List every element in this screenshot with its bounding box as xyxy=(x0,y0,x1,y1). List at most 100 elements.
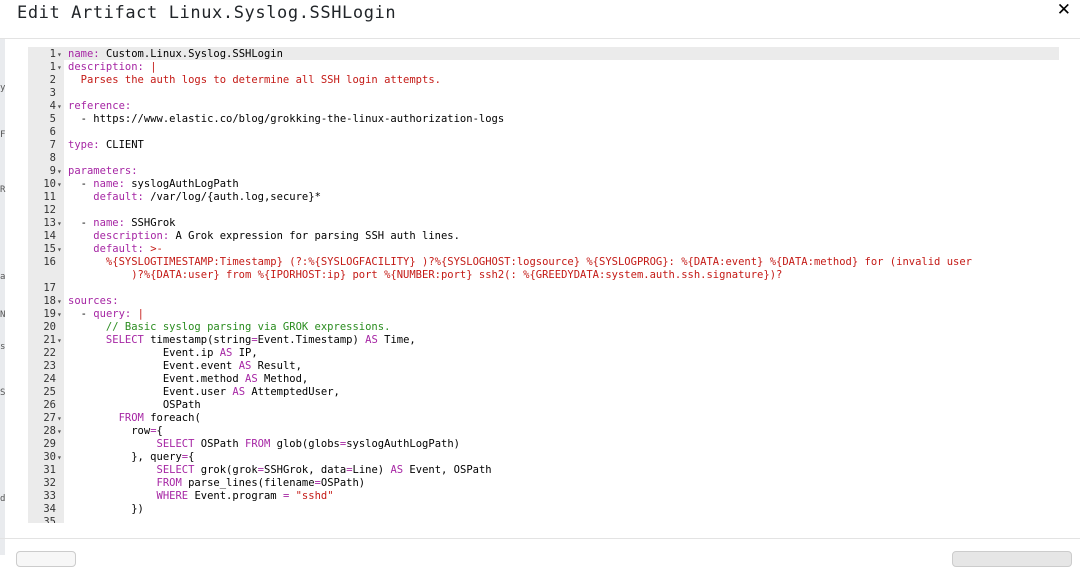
code-text: OSPath xyxy=(68,399,201,412)
code-line[interactable]: 16 %{SYSLOGTIMESTAMP:Timestamp} (?:%{SYS… xyxy=(28,256,1059,269)
code-line[interactable]: 29 SELECT OSPath FROM glob(globs=syslogA… xyxy=(28,438,1059,451)
code-line[interactable]: 19 ▾ - query: | xyxy=(28,308,1059,321)
footer-left-button[interactable] xyxy=(16,551,76,567)
code-line[interactable]: 30 ▾ }, query={ xyxy=(28,451,1059,464)
code-line[interactable]: 35 xyxy=(28,516,1059,523)
code-line[interactable]: 18 ▾ sources: xyxy=(28,295,1059,308)
code-line[interactable]: 20 // Basic syslog parsing via GROK expr… xyxy=(28,321,1059,334)
code-token: default: xyxy=(93,243,151,255)
code-token: row xyxy=(68,425,151,437)
code-line[interactable]: 32 FROM parse_lines(filename=OSPath) xyxy=(28,477,1059,490)
code-line[interactable]: 2 Parses the auth logs to determine all … xyxy=(28,74,1059,87)
code-line[interactable]: 1 ▾ name: Custom.Linux.Syslog.SSHLogin xyxy=(28,48,1059,61)
code-text: }) xyxy=(68,503,144,516)
code-token: AS xyxy=(245,373,258,385)
code-token: sources: xyxy=(68,295,119,307)
line-number: 18 xyxy=(43,295,56,307)
code-text: WHERE Event.program = "sshd" xyxy=(68,490,334,503)
fold-toggle-icon[interactable]: ▾ xyxy=(57,48,64,61)
line-number: 1 xyxy=(49,48,56,60)
fold-toggle-icon[interactable]: ▾ xyxy=(57,295,64,308)
code-text: Event.user AS AttemptedUser, xyxy=(68,386,340,399)
fold-toggle-icon[interactable]: ▾ xyxy=(57,243,64,256)
code-text: - name: SSHGrok xyxy=(68,217,176,230)
close-icon[interactable]: ✕ xyxy=(1057,0,1071,20)
background-letter: s xyxy=(0,342,6,352)
code-line[interactable]: 5 - https://www.elastic.co/blog/grokking… xyxy=(28,113,1059,126)
code-token: SELECT xyxy=(68,464,201,476)
code-line[interactable]: 1 ▾ description: | xyxy=(28,61,1059,74)
code-line[interactable]: 31 SELECT grok(grok=SSHGrok, data=Line) … xyxy=(28,464,1059,477)
code-token: = xyxy=(282,490,296,502)
code-line[interactable]: 4 ▾ reference: xyxy=(28,100,1059,113)
fold-toggle-icon[interactable]: ▾ xyxy=(57,451,64,464)
code-line[interactable]: 23 Event.event AS Result, xyxy=(28,360,1059,373)
code-line[interactable]: 9 ▾ parameters: xyxy=(28,165,1059,178)
code-line[interactable]: 27 ▾ FROM foreach( xyxy=(28,412,1059,425)
code-line[interactable]: )?%{DATA:user} from %{IPORHOST:ip} port … xyxy=(28,269,1059,282)
code-token: FROM xyxy=(68,412,151,424)
code-token: Event.ip xyxy=(68,347,220,359)
code-line[interactable]: 22 Event.ip AS IP, xyxy=(28,347,1059,360)
code-line[interactable]: 10 ▾ - name: syslogAuthLogPath xyxy=(28,178,1059,191)
code-token: %{SYSLOGTIMESTAMP:Timestamp} (?:%{SYSLOG… xyxy=(68,256,972,268)
code-token: AS xyxy=(365,334,378,346)
code-line[interactable]: 26 OSPath xyxy=(28,399,1059,412)
code-line[interactable]: 14 description: A Grok expression for pa… xyxy=(28,230,1059,243)
code-token: SELECT xyxy=(68,438,201,450)
code-text: )?%{DATA:user} from %{IPORHOST:ip} port … xyxy=(68,269,782,282)
code-lines[interactable]: 1 ▾ name: Custom.Linux.Syslog.SSHLogin 1 ▾ de… xyxy=(28,48,1059,523)
code-line[interactable]: 34 }) xyxy=(28,503,1059,516)
fold-toggle-icon[interactable]: ▾ xyxy=(57,334,64,347)
code-line[interactable]: 12 xyxy=(28,204,1059,217)
code-line[interactable]: 8 xyxy=(28,152,1059,165)
code-text: SELECT OSPath FROM glob(globs=syslogAuth… xyxy=(68,438,460,451)
fold-toggle-icon[interactable]: ▾ xyxy=(57,412,64,425)
line-number: 31 xyxy=(43,464,56,476)
code-line[interactable]: 6 xyxy=(28,126,1059,139)
code-text: %{SYSLOGTIMESTAMP:Timestamp} (?:%{SYSLOG… xyxy=(68,256,972,269)
code-line[interactable]: 21 ▾ SELECT timestamp(string=Event.Timest… xyxy=(28,334,1059,347)
code-token: syslogAuthLogPath) xyxy=(346,438,460,450)
code-editor[interactable]: 1 ▾ name: Custom.Linux.Syslog.SSHLogin 1 ▾ de… xyxy=(28,47,1059,523)
code-text: sources: xyxy=(68,295,119,308)
fold-toggle-icon[interactable]: ▾ xyxy=(57,217,64,230)
code-line[interactable]: 28 ▾ row={ xyxy=(28,425,1059,438)
fold-toggle-icon[interactable]: ▾ xyxy=(57,178,64,191)
code-token: - xyxy=(68,308,94,320)
fold-toggle-icon[interactable]: ▾ xyxy=(57,425,64,438)
code-token: query: xyxy=(93,308,138,320)
code-line[interactable]: 7 type: CLIENT xyxy=(28,139,1059,152)
line-number: 32 xyxy=(43,477,56,489)
code-line[interactable]: 3 xyxy=(28,87,1059,100)
code-token: type: xyxy=(68,139,106,151)
code-line[interactable]: 13 ▾ - name: SSHGrok xyxy=(28,217,1059,230)
line-number: 16 xyxy=(43,256,56,268)
code-token: )?%{DATA:user} from %{IPORHOST:ip} port … xyxy=(68,269,783,281)
code-token: Event, OSPath xyxy=(403,464,492,476)
footer-right-button[interactable] xyxy=(952,551,1072,567)
code-line[interactable]: 15 ▾ default: >- xyxy=(28,243,1059,256)
code-line[interactable]: 11 default: /var/log/{auth.log,secure}* xyxy=(28,191,1059,204)
code-line[interactable]: 24 Event.method AS Method, xyxy=(28,373,1059,386)
fold-toggle-icon[interactable]: ▾ xyxy=(57,308,64,321)
code-token: { xyxy=(156,425,163,437)
line-number: 4 xyxy=(49,100,56,112)
code-token: syslogAuthLogPath xyxy=(131,178,239,190)
code-line[interactable]: 33 WHERE Event.program = "sshd" xyxy=(28,490,1059,503)
line-number: 15 xyxy=(43,243,56,255)
code-token: default: xyxy=(93,191,151,203)
fold-toggle-icon[interactable]: ▾ xyxy=(57,165,64,178)
code-text: Event.ip AS IP, xyxy=(68,347,258,360)
code-text: default: >- xyxy=(68,243,163,256)
fold-toggle-icon[interactable]: ▾ xyxy=(57,61,64,74)
fold-toggle-icon[interactable]: ▾ xyxy=(57,100,64,113)
code-token: Event.event xyxy=(68,360,239,372)
code-line[interactable]: 17 xyxy=(28,282,1059,295)
code-token: WHERE xyxy=(68,490,195,502)
code-text: - https://www.elastic.co/blog/grokking-t… xyxy=(68,113,505,126)
code-line[interactable]: 25 Event.user AS AttemptedUser, xyxy=(28,386,1059,399)
code-text: type: CLIENT xyxy=(68,139,144,152)
code-text: SELECT grok(grok=SSHGrok, data=Line) AS … xyxy=(68,464,492,477)
